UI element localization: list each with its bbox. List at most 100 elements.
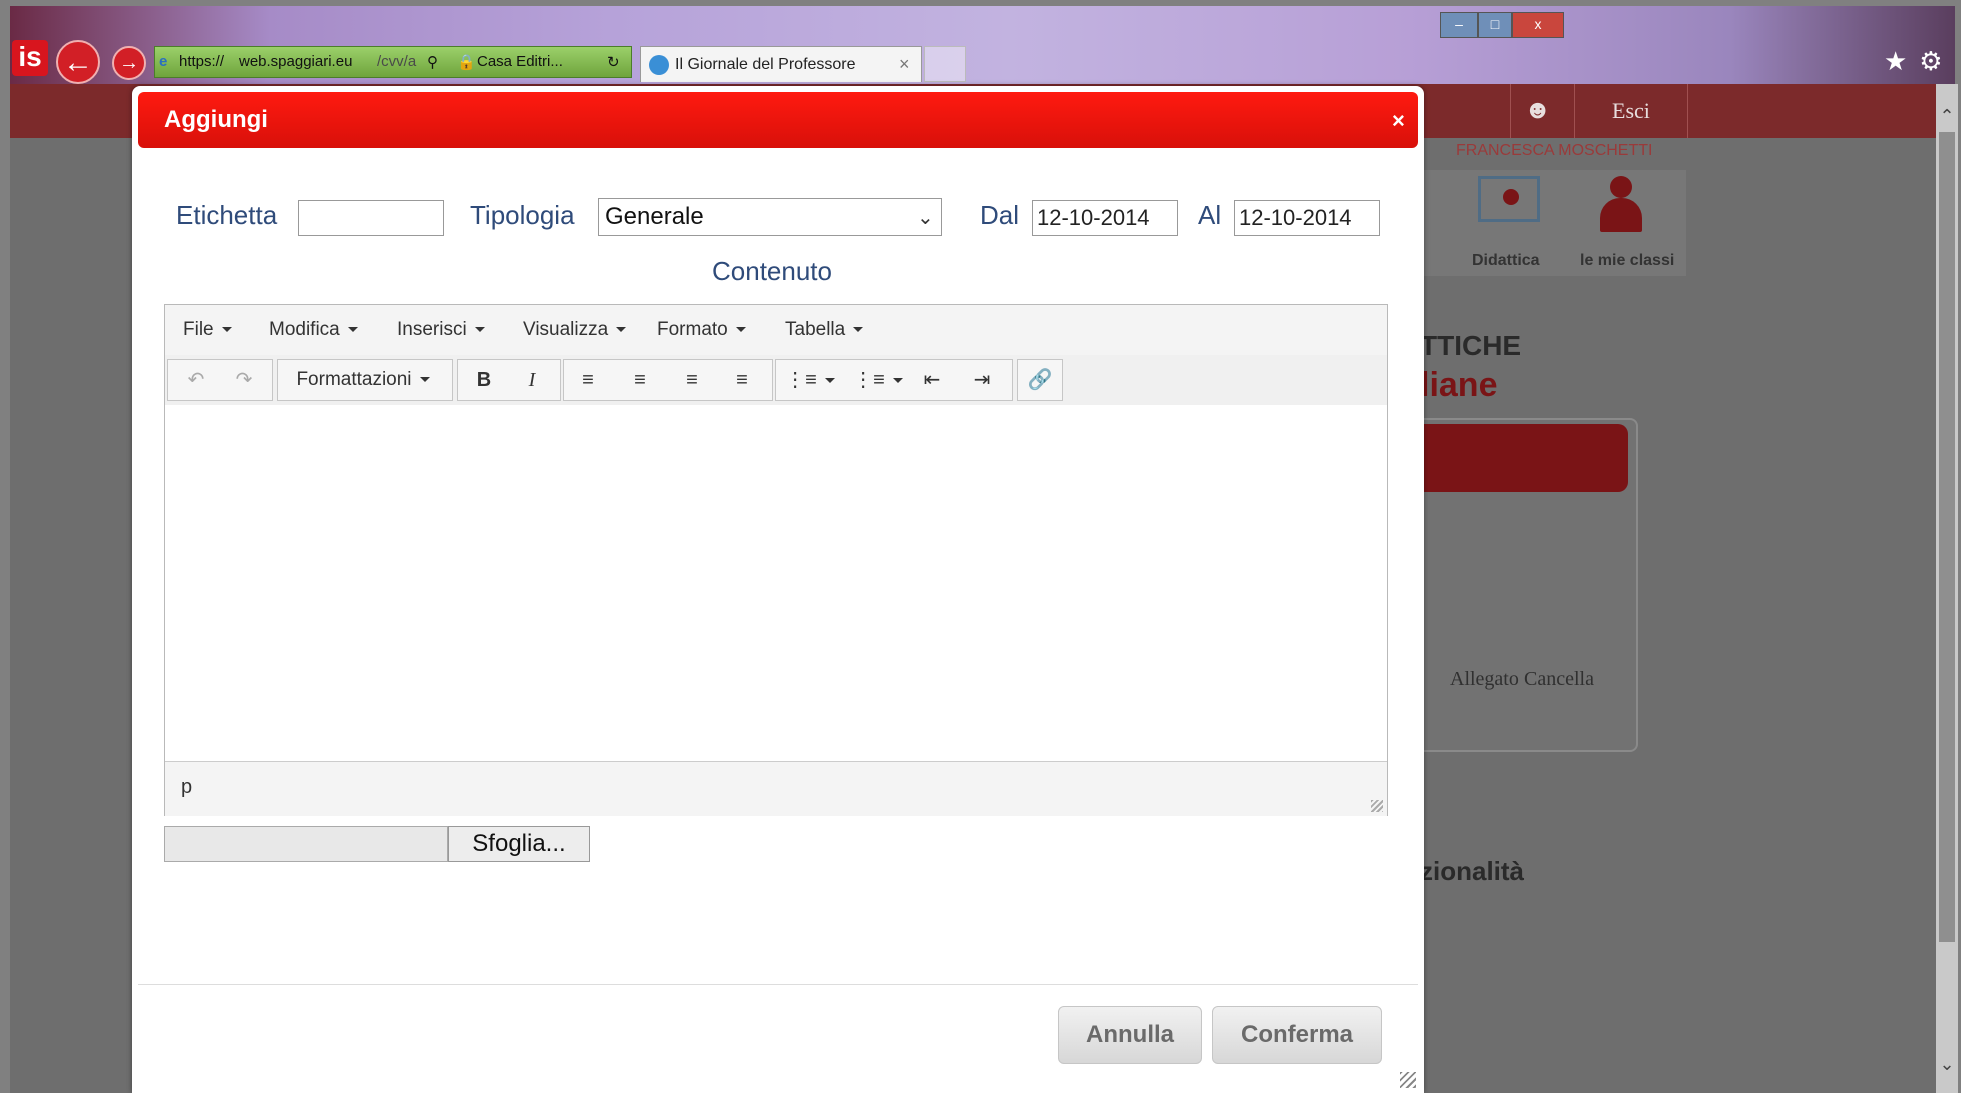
dialog-title: Aggiungi xyxy=(164,106,268,133)
add-dialog: Aggiungi × Etichetta Tipologia Generale … xyxy=(132,86,1424,1093)
cancella-link[interactable]: Cancella xyxy=(1524,668,1594,691)
forward-button[interactable]: → xyxy=(112,46,146,80)
footer-divider xyxy=(138,984,1418,985)
menu-modifica[interactable]: Modifica xyxy=(269,319,358,341)
tab-close-icon[interactable]: × xyxy=(899,54,910,75)
address-path: /cvv/a xyxy=(377,53,417,70)
scroll-up-icon[interactable]: ⌃ xyxy=(1936,106,1958,127)
align-center-icon[interactable]: ≡ xyxy=(622,364,658,396)
tipologia-select[interactable]: Generale ⌄ xyxy=(598,198,942,236)
caret-icon xyxy=(735,327,746,333)
editor-statusbar: p xyxy=(165,761,1387,816)
close-icon[interactable]: × xyxy=(1392,108,1405,134)
indent-icon[interactable]: ⇥ xyxy=(964,364,1000,396)
element-path[interactable]: p xyxy=(181,776,192,799)
rich-text-editor: File Modifica Inserisci Visualizza Forma… xyxy=(164,304,1388,816)
background-red-button[interactable] xyxy=(1420,424,1628,492)
tipologia-value: Generale xyxy=(605,203,704,230)
caret-icon xyxy=(474,327,485,333)
tab-title: Il Giornale del Professore xyxy=(675,56,856,73)
italic-button[interactable]: I xyxy=(514,364,550,396)
user-name: FRANCESCA MOSCHETTI xyxy=(1456,142,1653,159)
redo-icon[interactable]: ↷ xyxy=(226,364,262,396)
confirm-button[interactable]: Conferma xyxy=(1212,1006,1382,1064)
align-group: ≡ ≡ ≡ ≡ xyxy=(563,359,773,401)
background-section-title: zionalità xyxy=(1420,856,1525,886)
caret-icon xyxy=(221,327,232,333)
menu-item-didattica[interactable]: Didattica xyxy=(1472,252,1540,270)
dialog-resize-handle[interactable] xyxy=(1400,1072,1416,1088)
scroll-down-icon[interactable]: ⌄ xyxy=(1936,1054,1958,1075)
formattazioni-dropdown[interactable]: Formattazioni xyxy=(288,364,438,396)
user-icon[interactable]: ☻ xyxy=(1524,94,1551,124)
list-group: ⋮≡ ⋮≡ ⇤ ⇥ xyxy=(775,359,1013,401)
editor-toolbar: ↶ ↷ Formattazioni B I ≡ ≡ ≡ ≡ ⋮≡ ⋮≡ ⇤ ⇥ xyxy=(165,355,1387,406)
caret-icon xyxy=(824,378,835,384)
favorites-tools-icons[interactable]: ★⚙ xyxy=(1884,46,1955,77)
ie-tab-icon xyxy=(649,55,669,75)
chevron-down-icon: ⌄ xyxy=(917,207,934,229)
menu-item-le-mie-classi[interactable]: le mie classi xyxy=(1580,252,1674,270)
caret-icon xyxy=(616,327,627,333)
align-left-icon[interactable]: ≡ xyxy=(570,364,606,396)
link-icon[interactable]: 🔗 xyxy=(1022,364,1058,396)
tipologia-label: Tipologia xyxy=(470,200,575,230)
editor-content-area[interactable] xyxy=(165,405,1387,761)
scrollbar-thumb[interactable] xyxy=(1939,132,1955,942)
bullet-list-icon[interactable]: ⋮≡ xyxy=(782,364,838,396)
dal-label: Dal xyxy=(980,200,1020,230)
align-right-icon[interactable]: ≡ xyxy=(674,364,710,396)
bold-button[interactable]: B xyxy=(466,364,502,396)
address-protocol: https:// xyxy=(179,53,225,70)
contenuto-label: Contenuto xyxy=(712,256,832,286)
caret-icon xyxy=(853,327,864,333)
background-subheading: liane xyxy=(1420,366,1498,404)
ie-icon: e xyxy=(159,53,168,70)
al-label: Al xyxy=(1198,200,1222,230)
address-domain: web.spaggiari.eu xyxy=(239,53,353,70)
etichetta-input[interactable] xyxy=(298,200,444,236)
menu-visualizza[interactable]: Visualizza xyxy=(523,319,627,341)
browse-button[interactable]: Sfoglia... xyxy=(448,826,590,862)
etichetta-label: Etichetta xyxy=(176,200,278,230)
history-group: ↶ ↷ xyxy=(167,359,273,401)
refresh-icon[interactable]: ↻ xyxy=(607,53,620,71)
cancel-button[interactable]: Annulla xyxy=(1058,1006,1202,1064)
undo-icon[interactable]: ↶ xyxy=(178,364,214,396)
page-scrollbar[interactable]: ⌃ ⌄ xyxy=(1936,84,1958,1093)
menu-inserisci[interactable]: Inserisci xyxy=(397,319,485,341)
menu-file[interactable]: File xyxy=(183,319,232,341)
al-date-input[interactable] xyxy=(1234,200,1380,236)
lock-icon: 🔒 xyxy=(457,54,476,71)
maximize-button[interactable]: □ xyxy=(1478,12,1512,38)
format-group: Formattazioni xyxy=(277,359,453,401)
file-path-field[interactable] xyxy=(164,826,448,862)
caret-icon xyxy=(419,377,430,383)
search-icon[interactable]: ⚲ xyxy=(427,53,438,71)
minimize-button[interactable]: – xyxy=(1440,12,1478,38)
logout-link[interactable]: Esci xyxy=(1574,84,1688,138)
person-icon[interactable] xyxy=(1590,176,1650,238)
caret-icon xyxy=(892,378,903,384)
outdent-icon[interactable]: ⇤ xyxy=(914,364,950,396)
editor-resize-handle[interactable] xyxy=(1371,800,1383,812)
address-bar[interactable]: e https:// web.spaggiari.eu /cvv/a ⚲ 🔒 C… xyxy=(154,46,632,78)
site-identity[interactable]: Casa Editri... xyxy=(477,53,563,70)
new-tab-button[interactable] xyxy=(924,46,966,82)
align-justify-icon[interactable]: ≡ xyxy=(724,364,760,396)
style-group: B I xyxy=(457,359,561,401)
presentation-board-icon[interactable] xyxy=(1478,176,1540,222)
caret-icon xyxy=(347,327,358,333)
dal-date-input[interactable] xyxy=(1032,200,1178,236)
menu-formato[interactable]: Formato xyxy=(657,319,746,341)
menu-tabella[interactable]: Tabella xyxy=(785,319,864,341)
background-heading: TTICHE xyxy=(1420,330,1522,361)
link-group: 🔗 xyxy=(1017,359,1063,401)
editor-menubar: File Modifica Inserisci Visualizza Forma… xyxy=(165,305,1387,356)
dialog-header: Aggiungi × xyxy=(138,92,1418,148)
numbered-list-icon[interactable]: ⋮≡ xyxy=(850,364,906,396)
browser-tab[interactable]: Il Giornale del Professore × xyxy=(640,46,922,82)
allegato-link[interactable]: Allegato xyxy=(1450,668,1519,691)
back-button[interactable]: ← xyxy=(56,40,100,84)
close-window-button[interactable]: x xyxy=(1512,12,1564,38)
